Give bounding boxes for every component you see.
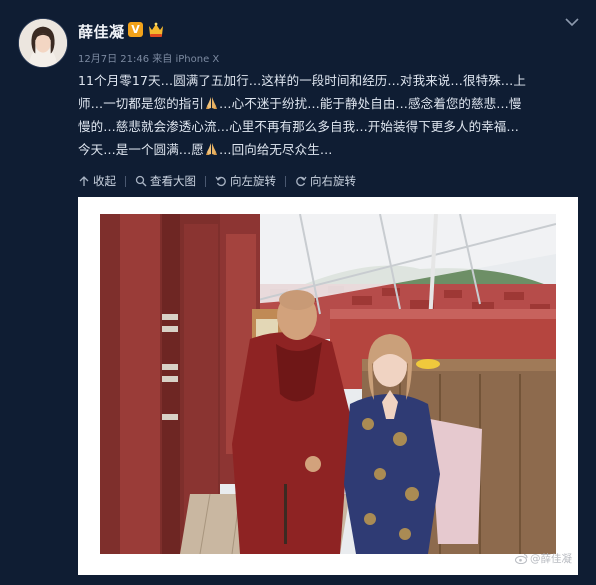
toolbar-divider <box>205 175 206 187</box>
folded-hands-icon <box>206 143 218 155</box>
avatar[interactable] <box>18 18 68 68</box>
rotate-left-label: 向左旋转 <box>230 174 276 188</box>
toolbar-divider <box>125 175 126 187</box>
folded-hands-icon <box>206 97 218 109</box>
view-large-button[interactable]: 查看大图 <box>135 173 196 189</box>
rotate-left-icon <box>215 176 226 187</box>
weibo-logo-icon <box>515 554 528 564</box>
member-crown-icon <box>149 22 163 37</box>
post-photo[interactable] <box>100 214 556 554</box>
rotate-left-button[interactable]: 向左旋转 <box>215 173 276 189</box>
weibo-post-card: 薛佳凝 V 12月7日 21:46 来自 iPhone X 11个月零17天…圆… <box>0 0 596 585</box>
post-timestamp[interactable]: 12月7日 21:46 <box>78 54 149 65</box>
post-text-segment: 师…一切都是您的指引 <box>78 96 205 111</box>
arrow-up-icon <box>79 176 89 186</box>
post-text-segment: …心不迷于纷扰…能于静处自由…感念着您的慈悲…慢 <box>219 96 522 111</box>
rotate-right-button[interactable]: 向右旋转 <box>295 173 356 189</box>
source-prefix: 来自 <box>152 54 173 65</box>
collapse-label: 收起 <box>93 174 116 188</box>
post-text-line: 师…一切都是您的指引 …心不迷于纷扰…能于静处自由…感念着您的慈悲…慢 <box>78 92 578 115</box>
post-text-line: 11个月零17天…圆满了五加行…这样的一段时间和经历…对我来说…很特殊…上 <box>78 73 527 88</box>
view-large-label: 查看大图 <box>150 174 196 188</box>
post-source[interactable]: iPhone X <box>175 54 219 65</box>
username[interactable]: 薛佳凝 <box>78 21 125 42</box>
post-image[interactable]: @薛佳凝 <box>78 197 578 575</box>
verified-badge-icon: V <box>128 22 143 37</box>
image-toolbar: 收起 查看大图 向左旋转 向右旋转 <box>78 172 356 190</box>
magnifier-icon <box>135 175 147 187</box>
image-watermark: @薛佳凝 <box>515 551 572 566</box>
post-text: 11个月零17天…圆满了五加行…这样的一段时间和经历…对我来说…很特殊…上 师…… <box>78 69 578 161</box>
post-meta: 12月7日 21:46 来自 iPhone X <box>78 50 219 65</box>
post-text-line: 慢的…慈悲就会渗透心流…心里不再有那么多自我…开始装得下更多人的幸福… <box>78 119 520 134</box>
watermark-text: @薛佳凝 <box>530 553 572 565</box>
collapse-button[interactable]: 收起 <box>78 173 116 189</box>
photo-illustration <box>100 214 556 554</box>
toolbar-divider <box>285 175 286 187</box>
rotate-right-icon <box>296 176 307 187</box>
post-text-line: 今天…是一个圆满…愿 …回向给无尽众生… <box>78 138 578 161</box>
post-text-segment: 今天…是一个圆满…愿 <box>78 142 205 157</box>
rotate-right-label: 向右旋转 <box>310 174 356 188</box>
chevron-down-icon[interactable] <box>564 16 580 28</box>
post-text-segment: …回向给无尽众生… <box>219 142 333 157</box>
